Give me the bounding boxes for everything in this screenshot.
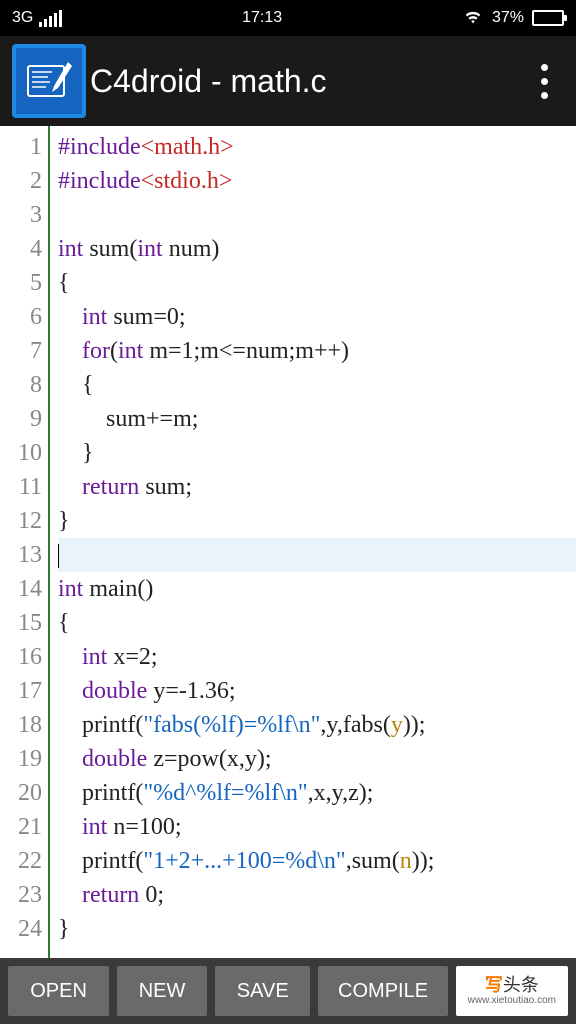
code-line[interactable]: } bbox=[58, 436, 576, 470]
code-line[interactable]: double z=pow(x,y); bbox=[58, 742, 576, 776]
app-icon[interactable] bbox=[12, 44, 86, 118]
save-button[interactable]: SAVE bbox=[215, 966, 310, 1016]
line-number: 8 bbox=[0, 368, 48, 402]
line-gutter: 123456789101112131415161718192021222324 bbox=[0, 126, 50, 958]
line-number: 5 bbox=[0, 266, 48, 300]
line-number: 24 bbox=[0, 912, 48, 946]
line-number: 15 bbox=[0, 606, 48, 640]
clock: 17:13 bbox=[242, 9, 282, 27]
code-line[interactable]: } bbox=[58, 912, 576, 946]
code-line[interactable]: int x=2; bbox=[58, 640, 576, 674]
line-number: 16 bbox=[0, 640, 48, 674]
status-bar: 3G 17:13 37% bbox=[0, 0, 576, 36]
line-number: 22 bbox=[0, 844, 48, 878]
code-line[interactable]: printf("1+2+...+100=%d\n",sum(n)); bbox=[58, 844, 576, 878]
new-button[interactable]: NEW bbox=[117, 966, 207, 1016]
code-area[interactable]: #include<math.h>#include<stdio.h> int sum… bbox=[50, 126, 576, 958]
line-number: 11 bbox=[0, 470, 48, 504]
status-left: 3G bbox=[12, 9, 62, 27]
code-line[interactable]: } bbox=[58, 504, 576, 538]
line-number: 17 bbox=[0, 674, 48, 708]
compile-button[interactable]: COMPILE bbox=[318, 966, 447, 1016]
code-line[interactable]: double y=-1.36; bbox=[58, 674, 576, 708]
bottom-toolbar: OPEN NEW SAVE COMPILE 写头条 www.xietoutiao… bbox=[0, 958, 576, 1024]
code-editor[interactable]: 123456789101112131415161718192021222324 … bbox=[0, 126, 576, 958]
battery-icon bbox=[532, 10, 564, 26]
line-number: 18 bbox=[0, 708, 48, 742]
line-number: 14 bbox=[0, 572, 48, 606]
code-line[interactable]: printf("fabs(%lf)=%lf\n",y,fabs(y)); bbox=[58, 708, 576, 742]
code-line[interactable]: int n=100; bbox=[58, 810, 576, 844]
code-line[interactable]: for(int m=1;m<=num;m++) bbox=[58, 334, 576, 368]
battery-percent: 37% bbox=[492, 9, 524, 27]
line-number: 10 bbox=[0, 436, 48, 470]
code-line[interactable]: int sum=0; bbox=[58, 300, 576, 334]
code-line[interactable]: { bbox=[58, 266, 576, 300]
code-line[interactable]: return 0; bbox=[58, 878, 576, 912]
line-number: 7 bbox=[0, 334, 48, 368]
line-number: 20 bbox=[0, 776, 48, 810]
line-number: 12 bbox=[0, 504, 48, 538]
line-number: 2 bbox=[0, 164, 48, 198]
app-bar: C4droid - math.c bbox=[0, 36, 576, 126]
open-button[interactable]: OPEN bbox=[8, 966, 109, 1016]
code-line[interactable]: printf("%d^%lf=%lf\n",x,y,z); bbox=[58, 776, 576, 810]
code-line[interactable]: return sum; bbox=[58, 470, 576, 504]
wifi-icon bbox=[462, 5, 484, 32]
watermark: 写头条 www.xietoutiao.com bbox=[456, 966, 568, 1016]
overflow-menu-icon[interactable] bbox=[524, 56, 564, 106]
code-line[interactable]: int sum(int num) bbox=[58, 232, 576, 266]
code-line[interactable]: { bbox=[58, 606, 576, 640]
line-number: 21 bbox=[0, 810, 48, 844]
code-line[interactable]: int main() bbox=[58, 572, 576, 606]
line-number: 6 bbox=[0, 300, 48, 334]
network-type: 3G bbox=[12, 9, 33, 27]
code-line[interactable]: { bbox=[58, 368, 576, 402]
line-number: 23 bbox=[0, 878, 48, 912]
line-number: 13 bbox=[0, 538, 48, 572]
line-number: 1 bbox=[0, 130, 48, 164]
line-number: 19 bbox=[0, 742, 48, 776]
code-line[interactable]: sum+=m; bbox=[58, 402, 576, 436]
code-line[interactable]: #include<math.h> bbox=[58, 130, 576, 164]
app-title: C4droid - math.c bbox=[90, 63, 520, 100]
status-right: 37% bbox=[462, 5, 564, 32]
line-number: 4 bbox=[0, 232, 48, 266]
code-line[interactable]: #include<stdio.h> bbox=[58, 164, 576, 198]
line-number: 9 bbox=[0, 402, 48, 436]
signal-icon bbox=[39, 10, 62, 27]
line-number: 3 bbox=[0, 198, 48, 232]
code-line[interactable] bbox=[58, 198, 576, 232]
code-line[interactable] bbox=[58, 538, 576, 572]
